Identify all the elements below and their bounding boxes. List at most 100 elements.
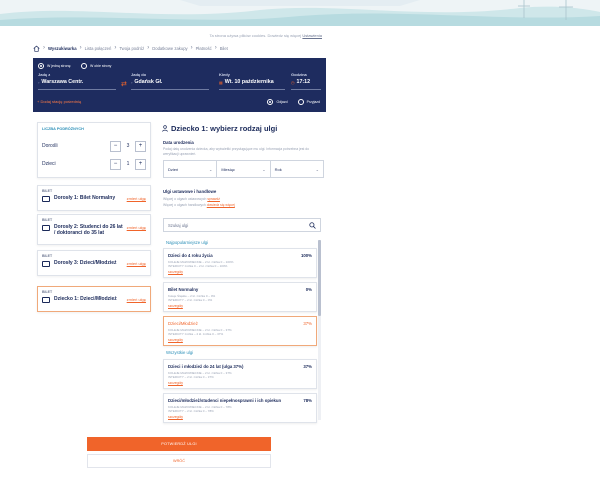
discount-panel-title-text: Dziecko 1: wybierz rodzaj ulgi xyxy=(171,124,278,133)
change-discount-link[interactable]: zmień ulgę xyxy=(127,196,146,201)
ticket-caption: BILET xyxy=(42,254,53,258)
arrival-option[interactable]: Przyjazd xyxy=(297,99,320,105)
departure-arrival-switch: Odjazd Przyjazd xyxy=(267,99,320,105)
breadcrumb-item-extras[interactable]: Dodatkowe zakupy xyxy=(152,46,187,51)
to-station-field[interactable]: Jadę do ◦ Gdańsk Gł. xyxy=(131,72,209,90)
discount-percent: 100% xyxy=(301,253,312,258)
search-icon[interactable] xyxy=(309,221,316,229)
back-button[interactable]: WRÓĆ xyxy=(87,454,271,468)
adults-decrement-button[interactable]: − xyxy=(110,140,121,152)
to-station-value: Gdańsk Gł. xyxy=(134,79,163,85)
discount-option[interactable]: Dzieci/młodzież/studenci niepełnosprawni… xyxy=(163,393,317,423)
radio-empty-icon xyxy=(297,99,304,105)
discount-details-link[interactable]: szczegóły xyxy=(168,381,183,385)
discount-details-link[interactable]: szczegóły xyxy=(168,304,183,308)
cookie-note: Ta strona używa plików cookies. Dowiedz … xyxy=(209,33,322,38)
ticket-card-child-1: BILET Dziecko 1: Dzieci/Młodzież zmień u… xyxy=(37,286,151,312)
radio-selected-icon xyxy=(38,63,44,69)
dob-year-value: Rok xyxy=(274,166,282,172)
person-icon xyxy=(162,125,168,132)
ticket-passenger-label: Dziecko 1: Dzieci/Młodzież xyxy=(54,296,117,302)
chevron-down-icon: ⌄ xyxy=(315,166,319,172)
discount-name: Bilet Normalny xyxy=(168,287,199,292)
chevron-down-icon: ⌄ xyxy=(208,166,213,172)
discount-percent: 37% xyxy=(303,321,312,326)
chevron-right-icon: › xyxy=(43,45,45,51)
arrival-label: Przyjazd xyxy=(306,100,320,104)
ticket-icon xyxy=(42,261,50,267)
chevron-right-icon: › xyxy=(214,45,217,51)
radio-selected-icon xyxy=(267,99,274,105)
discount-details-link[interactable]: szczegóły xyxy=(168,338,183,342)
discount-option[interactable]: Bilet Normalny 0% Koleje Śląskie – 2 kl.… xyxy=(163,282,317,312)
statutory-discounts-link[interactable]: sprawdź xyxy=(207,197,220,201)
ticket-icon xyxy=(42,297,50,303)
discount-search-placeholder: Szukaj ulgi xyxy=(168,222,189,228)
trip-type-one-way[interactable]: W jedną stronę xyxy=(38,63,71,69)
breadcrumb-item-ticket[interactable]: Bilet xyxy=(220,46,228,51)
scrollbar-thumb[interactable] xyxy=(318,240,321,316)
discount-option[interactable]: Dzieci do 4 roku życia 100% KOLEJE MAZOW… xyxy=(163,248,317,278)
all-discounts-heading: Wszystkie ulgi xyxy=(166,350,194,355)
ticket-passenger-label: Dorosły 3: Dzieci/Młodzież xyxy=(54,260,117,266)
discount-list-scrollbar[interactable] xyxy=(318,240,321,420)
change-discount-link[interactable]: zmień ulgę xyxy=(127,261,146,266)
breadcrumb-item-payment[interactable]: Płatność xyxy=(196,46,212,51)
time-field[interactable]: Godzina ◷ 17:12 xyxy=(291,72,321,90)
swap-stations-icon[interactable]: ⇄ xyxy=(121,81,127,88)
dob-month-value: Miesiąc xyxy=(221,166,235,172)
pin-icon: ◦ xyxy=(131,79,133,85)
from-station-value: Warszawa Centr. xyxy=(41,79,84,85)
confirm-discounts-button[interactable]: POTWIERDŹ ULGI xyxy=(87,437,271,451)
from-station-field[interactable]: Jadę z ◦ Warszawa Centr. xyxy=(38,72,116,90)
clock-icon: ◷ xyxy=(291,79,295,85)
discount-detail-line: INTERCITY – 2 kl. zniżka 0 – 78% xyxy=(168,409,214,413)
dob-month-select[interactable]: Miesiąc ⌄ xyxy=(216,160,271,178)
add-intermediate-stop-link[interactable]: + Dodaj stację pośrednią xyxy=(37,99,81,104)
discount-details-link[interactable]: szczegóły xyxy=(168,270,183,274)
dob-label: Data urodzenia xyxy=(163,140,194,145)
discount-search-input[interactable]: Szukaj ulgi xyxy=(163,218,321,232)
children-label: Dzieci xyxy=(42,161,56,167)
adults-increment-button[interactable]: + xyxy=(135,140,146,152)
date-label: Kiedy xyxy=(219,72,230,77)
discount-panel-title: Dziecko 1: wybierz rodzaj ulgi xyxy=(162,124,277,133)
adults-label: Dorośli xyxy=(42,143,58,149)
home-icon[interactable] xyxy=(33,45,40,52)
breadcrumb: › Wyszukiwarka › Lista połączeń › Twoja … xyxy=(33,43,228,53)
breadcrumb-item-connections[interactable]: Lista połączeń xyxy=(85,46,112,51)
commercial-discounts-hint: Więcej o ulgach handlowych dowiedz się w… xyxy=(163,203,323,208)
calendar-icon: ▦ xyxy=(219,79,223,85)
time-label: Godzina xyxy=(291,72,307,77)
discount-details-link[interactable]: szczegóły xyxy=(168,415,183,419)
ticket-caption: BILET xyxy=(42,189,53,193)
chevron-right-icon: › xyxy=(79,45,82,51)
change-discount-link[interactable]: zmień ulgę xyxy=(127,225,146,230)
discount-option[interactable]: Dzieci i młodzież do 24 lat (ulga 37%) 3… xyxy=(163,359,317,389)
children-decrement-button[interactable]: − xyxy=(110,158,121,170)
children-stepper: − 1 + xyxy=(110,158,146,170)
ticket-caption: BILET xyxy=(42,218,53,222)
discount-name: Dzieci/Młodzież xyxy=(168,321,198,326)
date-field[interactable]: Kiedy ▦ Wt. 10 października xyxy=(219,72,285,90)
breadcrumb-item-trip[interactable]: Twoja podróż xyxy=(119,46,144,51)
adults-count: 3 xyxy=(126,143,130,149)
dob-year-select[interactable]: Rok ⌄ xyxy=(269,160,324,178)
breadcrumb-item-search[interactable]: Wyszukiwarka xyxy=(48,46,77,51)
dob-selects: Dzień ⌄ Miesiąc ⌄ Rok ⌄ xyxy=(163,160,324,178)
ticket-caption: BILET xyxy=(42,290,53,294)
trip-type-one-way-label: W jedną stronę xyxy=(47,64,71,68)
discount-percent: 0% xyxy=(305,287,312,292)
discount-percent: 78% xyxy=(303,398,312,403)
statutory-discounts-hint: Więcej o ulgach ustawowych sprawdź xyxy=(163,197,323,202)
commercial-discounts-link[interactable]: dowiedz się więcej xyxy=(207,203,235,207)
discount-option-selected[interactable]: Dzieci/Młodzież 37% KOLEJE MAZOWIECKIE –… xyxy=(163,316,317,346)
cookie-settings-link[interactable]: Ustawienia xyxy=(302,33,322,38)
discount-detail-line: INTERCITY zniżka 0 – 2 kl. zniżka 0 – 10… xyxy=(168,264,228,268)
trip-type-return[interactable]: W obie strony xyxy=(81,63,111,69)
children-increment-button[interactable]: + xyxy=(135,158,146,170)
departure-option[interactable]: Odjazd xyxy=(267,99,288,105)
dob-day-select[interactable]: Dzień ⌄ xyxy=(163,160,218,178)
change-discount-link[interactable]: zmień ulgę xyxy=(127,297,146,302)
passenger-count-caption: LICZBA PODRÓŻNYCH xyxy=(42,127,84,131)
